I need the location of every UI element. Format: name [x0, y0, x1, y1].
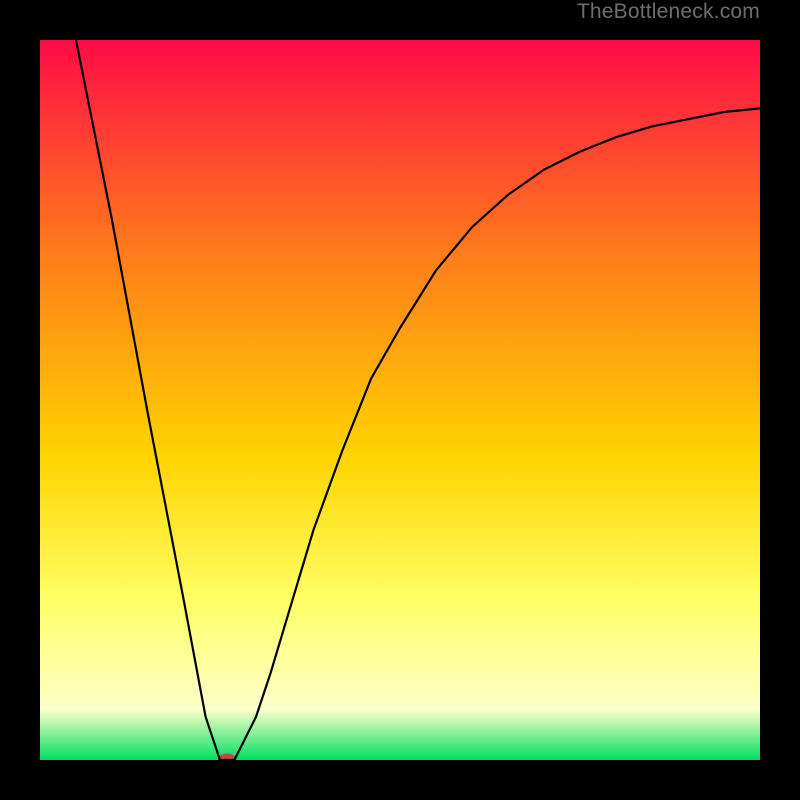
watermark-label: TheBottleneck.com [577, 0, 760, 24]
chart-svg [40, 40, 760, 760]
gradient-background [40, 40, 760, 760]
chart-frame: TheBottleneck.com [0, 0, 800, 800]
plot-area [40, 40, 760, 760]
